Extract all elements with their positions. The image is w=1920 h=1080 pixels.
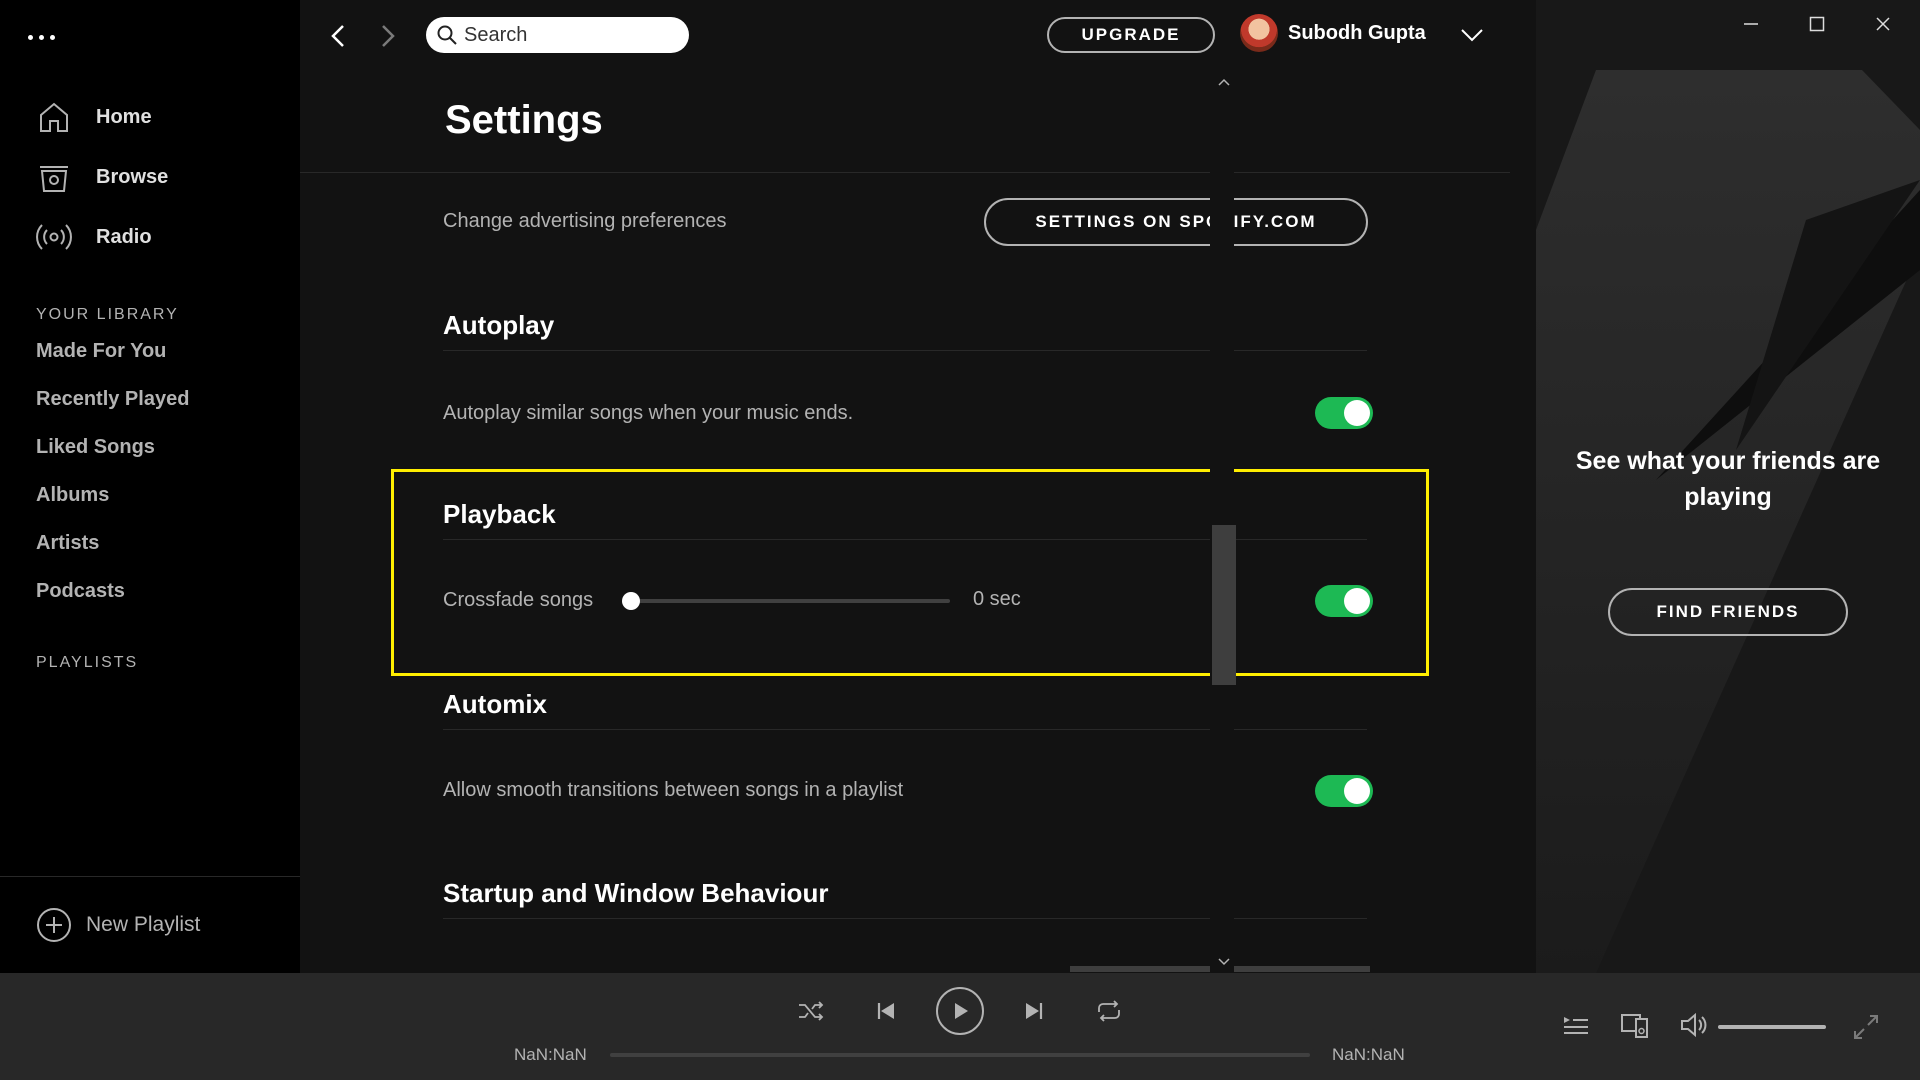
crossfade-value: 0 sec [973,588,1021,610]
sidebar-item-label: Browse [96,165,169,188]
library-heading: YOUR LIBRARY [36,306,179,323]
new-playlist-label: New Playlist [86,913,201,936]
friends-title: See what your friends are playing [1575,447,1881,511]
user-name: Subodh Gupta [1288,21,1426,44]
queue-icon[interactable] [1560,1009,1592,1041]
previous-icon[interactable] [870,995,902,1027]
scrollbar-track[interactable] [1210,70,1234,973]
autoplay-label: Autoplay similar songs when your music e… [443,402,854,424]
home-icon [40,102,68,132]
toggle-knob [1344,400,1370,426]
search-input[interactable] [464,23,684,47]
sidebar-item-podcasts[interactable]: Podcasts [36,580,125,603]
settings-content: Change advertising preferences SETTINGS … [300,174,1510,973]
ads-preferences-label: Change advertising preferences [443,210,727,232]
automix-label: Allow smooth transitions between songs i… [443,779,904,801]
fullscreen-icon[interactable] [1850,1011,1882,1043]
sidebar-item-radio[interactable]: Radio [36,217,152,257]
back-arrow-icon[interactable] [320,18,356,54]
shuffle-icon[interactable] [795,995,827,1027]
repeat-icon[interactable] [1093,995,1125,1027]
crossfade-toggle[interactable] [1315,585,1373,617]
close-button[interactable] [1850,4,1916,44]
slider-thumb[interactable] [622,592,640,610]
autoplay-toggle[interactable] [1315,397,1373,429]
minimize-button[interactable] [1718,4,1784,44]
sidebar: Home Browse Radio YOUR LIBRARY Made For … [0,0,300,973]
section-title-startup: Startup and Window Behaviour [443,878,829,908]
close-icon [1876,17,1890,31]
play-icon [955,1003,968,1019]
volume-slider[interactable] [1718,1025,1826,1029]
section-title-playback: Playback [443,499,556,529]
friend-activity-panel: See what your friends are playing FIND F… [1536,0,1920,973]
new-playlist-button[interactable]: New Playlist [36,907,200,943]
sidebar-item-made-for-you[interactable]: Made For You [36,340,166,363]
page-title: Settings [445,98,603,142]
elapsed-time: NaN:NaN [514,1045,587,1064]
search-icon [437,25,457,45]
sidebar-item-label: Home [96,105,152,128]
play-button[interactable] [936,987,984,1035]
find-friends-button[interactable]: FIND FRIENDS [1608,588,1848,636]
minimize-icon [1744,23,1758,25]
devices-icon[interactable] [1619,1009,1651,1041]
avatar [1240,14,1278,52]
automix-toggle[interactable] [1315,775,1373,807]
user-menu[interactable]: Subodh Gupta [1240,14,1426,52]
sidebar-item-recently-played[interactable]: Recently Played [36,388,189,411]
player-bar: NaN:NaN NaN:NaN [0,973,1920,1080]
friends-background-art [1536,70,1920,973]
playback-progress-bar[interactable] [610,1053,1310,1057]
section-title-autoplay: Autoplay [443,310,555,340]
maximize-button[interactable] [1784,4,1850,44]
spotify-app: Home Browse Radio YOUR LIBRARY Made For … [0,0,1920,1080]
sidebar-item-artists[interactable]: Artists [36,532,99,555]
sidebar-item-browse[interactable]: Browse [36,157,168,197]
sidebar-item-albums[interactable]: Albums [36,484,109,507]
chevron-down-icon[interactable] [1457,20,1487,50]
scroll-up-icon[interactable] [1214,72,1234,92]
next-icon[interactable] [1018,995,1050,1027]
scrollbar-thumb[interactable] [1212,525,1236,685]
maximize-icon [1809,16,1825,32]
radio-icon [36,224,72,250]
crossfade-slider[interactable] [622,592,950,610]
plus-circle-icon [37,908,71,942]
sidebar-item-home[interactable]: Home [36,97,152,137]
more-menu-icon[interactable] [28,26,68,48]
toggle-knob [1344,588,1370,614]
toggle-knob [1344,778,1370,804]
sidebar-item-liked-songs[interactable]: Liked Songs [36,436,155,459]
search-box[interactable] [426,17,689,53]
main-view: UPGRADE Subodh Gupta Settings Change adv… [300,0,1510,973]
browse-icon [40,166,68,192]
page-header: Settings [300,70,1510,173]
section-title-automix: Automix [443,689,547,719]
crossfade-label: Crossfade songs [443,589,594,611]
upgrade-button[interactable]: UPGRADE [1047,17,1215,53]
volume-icon[interactable] [1678,1009,1710,1041]
sidebar-item-label: Radio [96,225,152,248]
forward-arrow-icon[interactable] [370,18,406,54]
scroll-down-icon[interactable] [1214,952,1234,972]
sidebar-footer: New Playlist [0,876,300,973]
playlists-heading: PLAYLISTS [36,654,139,671]
total-time: NaN:NaN [1332,1045,1405,1064]
settings-on-spotify-button[interactable]: SETTINGS ON SPOTIFY.COM [984,198,1368,246]
top-bar: UPGRADE Subodh Gupta [300,0,1510,70]
